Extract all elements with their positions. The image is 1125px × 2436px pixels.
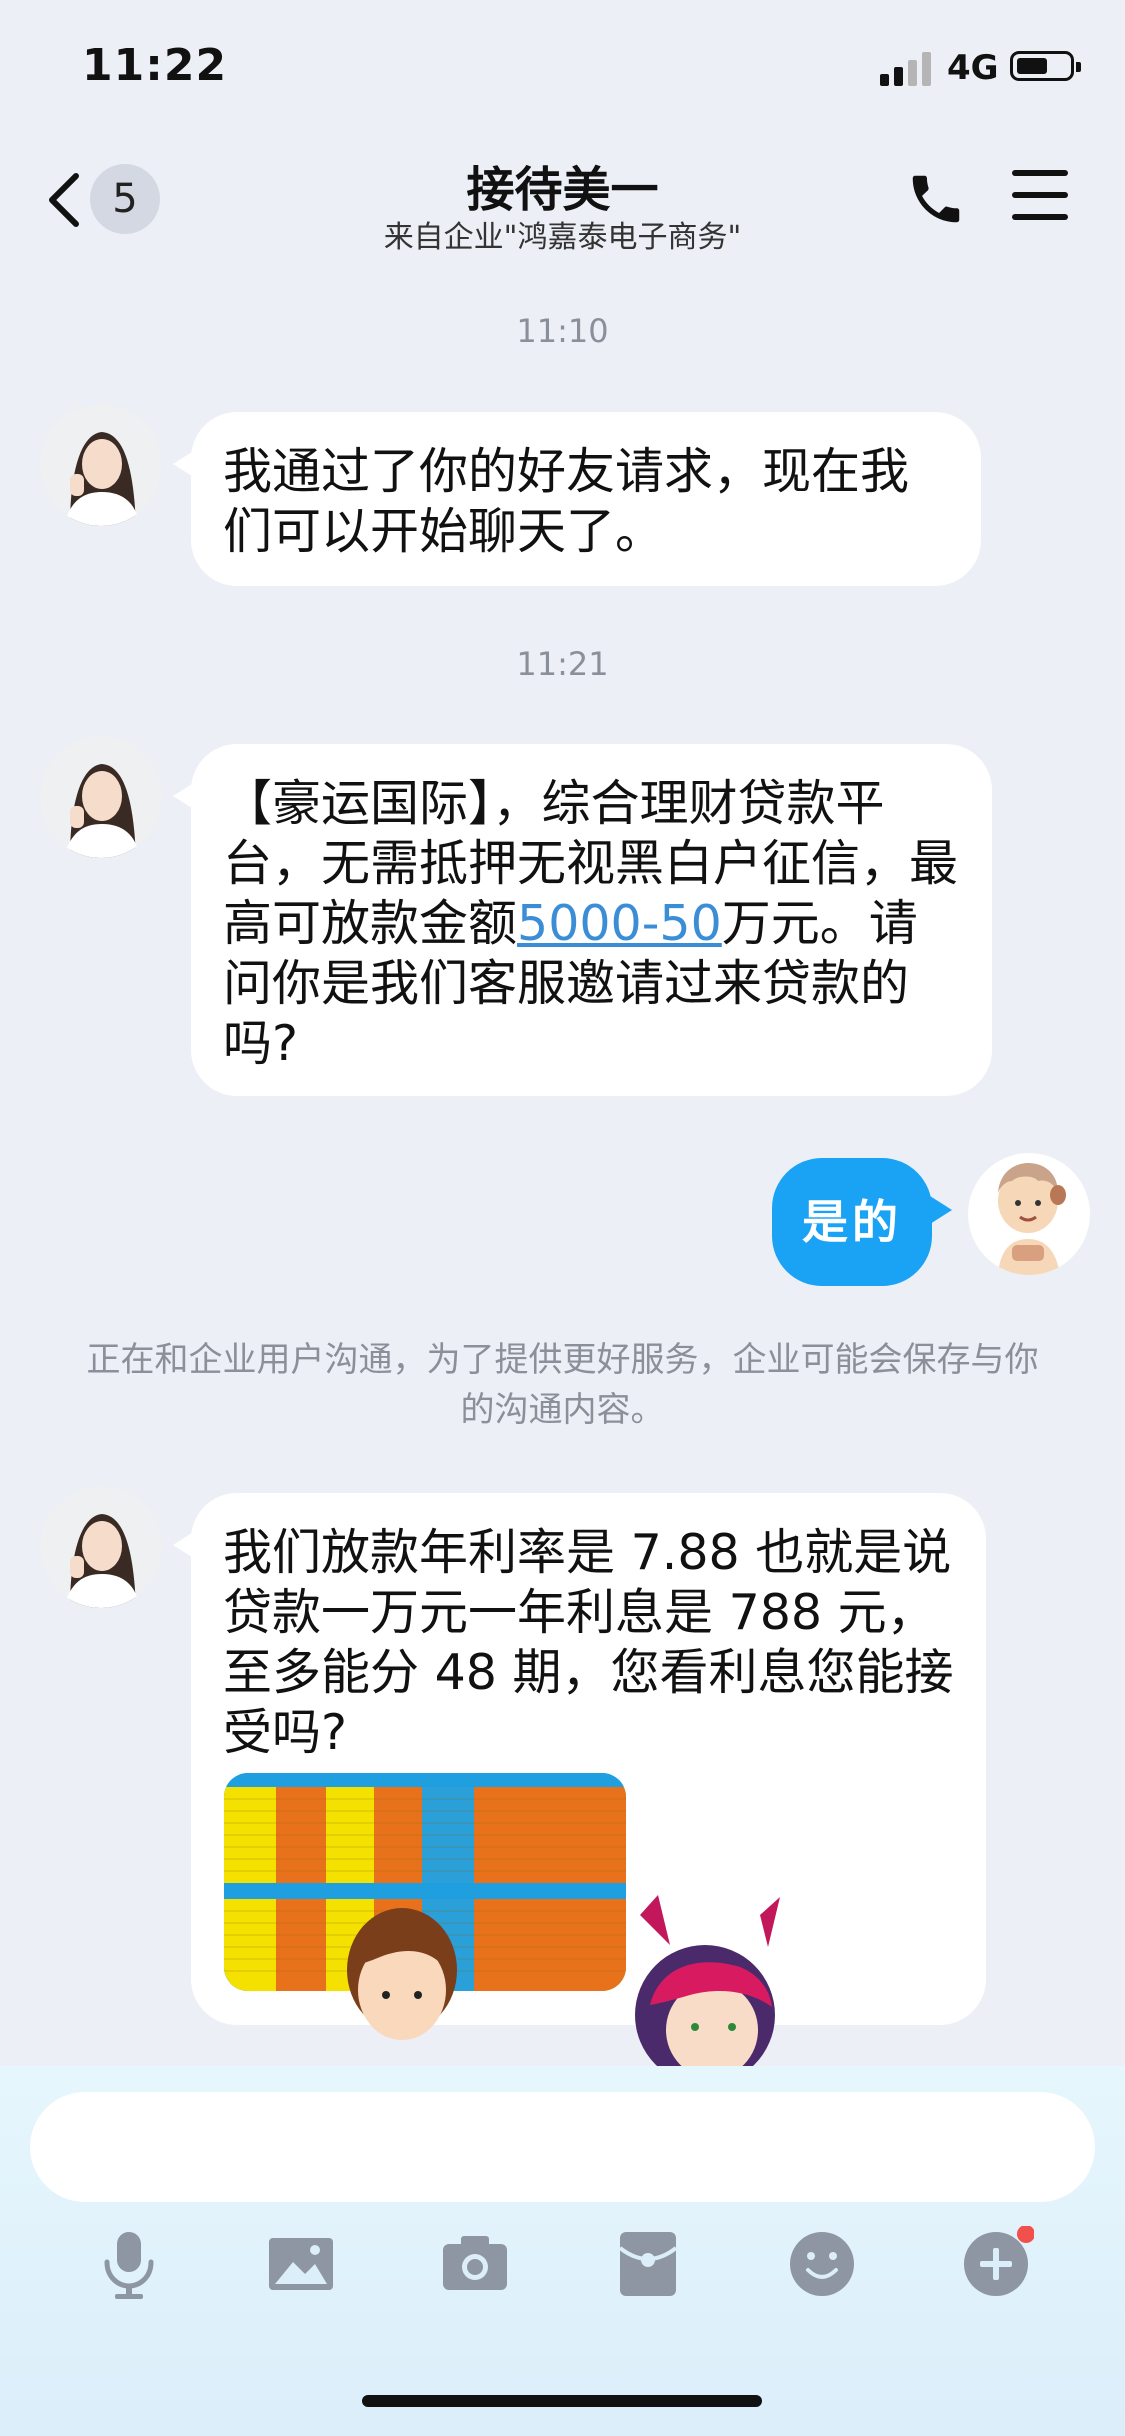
message-text: 我们放款年利率是 7.88 也就是说贷款一万元一年利息是 788 元，至多能分 … bbox=[223, 1524, 954, 1761]
timestamp: 11:10 bbox=[516, 312, 609, 350]
phone-icon[interactable] bbox=[905, 168, 967, 230]
amount-link[interactable]: 5000-50 bbox=[517, 895, 722, 952]
image-icon[interactable] bbox=[263, 2226, 339, 2302]
input-area bbox=[0, 2066, 1125, 2436]
menu-icon[interactable] bbox=[1012, 170, 1068, 226]
my-avatar[interactable] bbox=[968, 1153, 1090, 1275]
message-bubble-incoming[interactable]: 我通过了你的好友请求，现在我们可以开始聊天了。 bbox=[173, 412, 981, 586]
plus-icon[interactable] bbox=[958, 2226, 1034, 2302]
camera-icon[interactable] bbox=[437, 2226, 513, 2302]
signal-icon bbox=[880, 52, 931, 86]
emoji-icon[interactable] bbox=[784, 2226, 860, 2302]
agent-avatar[interactable] bbox=[40, 736, 162, 858]
timestamp: 11:21 bbox=[516, 645, 609, 683]
network-type: 4G bbox=[947, 48, 999, 88]
message-input[interactable] bbox=[30, 2092, 1095, 2202]
notification-dot bbox=[1017, 2226, 1034, 2243]
status-time: 11:22 bbox=[82, 40, 228, 91]
message-bubble-outgoing[interactable]: 是的 bbox=[772, 1158, 952, 1286]
input-toolbar bbox=[0, 2226, 1125, 2326]
red-packet-icon[interactable] bbox=[610, 2226, 686, 2302]
system-notice: 正在和企业用户沟通，为了提供更好服务，企业可能会保存与你的沟通内容。 bbox=[86, 1340, 1039, 1430]
message-text: 我通过了你的好友请求，现在我们可以开始聊天了。 bbox=[223, 443, 910, 560]
battery-icon bbox=[1010, 51, 1081, 81]
microphone-icon[interactable] bbox=[91, 2226, 167, 2302]
status-bar: 11:22 4G bbox=[0, 0, 1125, 140]
message-bubble-incoming[interactable]: 【豪运国际】，综合理财贷款平台，无需抵押无视黑白户征信，最高可放款金额5000-… bbox=[173, 744, 992, 1096]
home-indicator[interactable] bbox=[362, 2395, 762, 2407]
chat-header: 5 接待美一 来自企业"鸿嘉泰电子商务" bbox=[0, 140, 1125, 265]
agent-avatar[interactable] bbox=[40, 404, 162, 526]
sticker-decoration bbox=[347, 1895, 780, 2070]
agent-avatar[interactable] bbox=[40, 1486, 162, 1608]
